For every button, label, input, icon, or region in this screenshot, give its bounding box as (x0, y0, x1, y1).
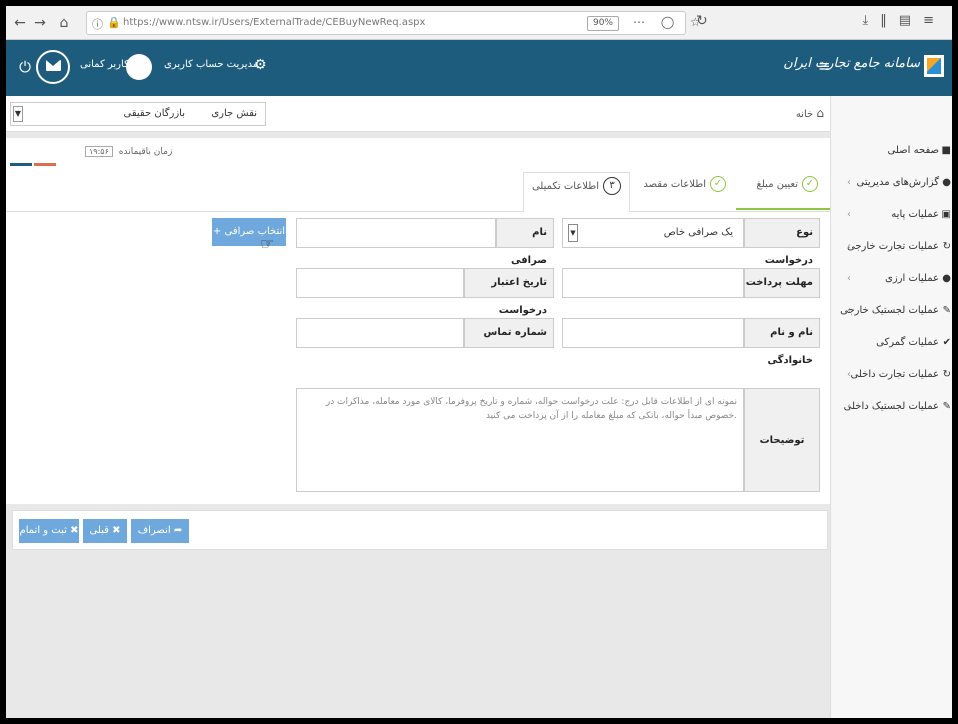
remaining-time: ۱۹:۵۶ زمان باقیمانده (82, 146, 172, 157)
browser-toolbar: ← → ⌂ ⓘ 🔒 https://www.ntsw.ir/Users/Exte… (6, 6, 952, 40)
submit-button[interactable]: ثبت و اتمام ✖ (19, 519, 79, 543)
close-icon: ✖ (70, 525, 79, 536)
payment-deadline-field[interactable] (562, 268, 744, 298)
brand-logo (924, 55, 944, 77)
form-panel: نوع درخواست یک صرافی خاص ▼ نام صرافی + ا… (6, 212, 830, 504)
hand-cursor-icon: ☞ (260, 234, 275, 253)
power-icon[interactable]: ⏻ (14, 56, 36, 78)
wizard-steps: تعیین مبلغ ✓ اطلاعات مقصد ✓ اطلاعات تکمیلی… (6, 168, 830, 212)
fullname-field[interactable] (562, 318, 744, 348)
money-icon: ● (942, 273, 951, 284)
edit-icon: ✎ (942, 305, 951, 316)
contact-number-label: شماره تماس (464, 318, 554, 348)
info-icon[interactable]: ⓘ (92, 16, 103, 32)
description-label: توضیحات (744, 388, 820, 492)
sidebar-item-currency[interactable]: ‹ عملیات ارزی ● (831, 264, 952, 296)
sidebar-item-home[interactable]: صفحه اصلی ■ (831, 136, 952, 168)
request-type-label: نوع درخواست (744, 218, 820, 266)
remaining-time-label: زمان باقیمانده (118, 147, 173, 157)
request-type-select[interactable]: یک صرافی خاص (562, 218, 744, 248)
menu-icon[interactable]: ≡ (923, 13, 946, 28)
home-icon[interactable]: ⌂ (54, 13, 74, 33)
progress-bars (10, 156, 62, 166)
chart-icon: ▣ (941, 209, 951, 220)
download-icon[interactable]: ⤓ (863, 13, 881, 28)
url-text: https://www.ntsw.ir/Users/ExternalTrade/… (123, 17, 426, 28)
role-select[interactable]: ▼ بازرگان حقیقی نقش جاری (10, 102, 266, 126)
home-icon: ■ (941, 145, 951, 156)
main-content: ▼ بازرگان حقیقی نقش جاری خانه ⌂ ۱۹:۵۶ زم… (6, 96, 830, 718)
fullname-label: نام و نام خانوادگی (744, 318, 820, 366)
sidebar-item-domestic-trade[interactable]: ‹ عملیات تجارت داخلی ↻ (831, 360, 952, 392)
exchange-name-label: نام صرافی (496, 218, 554, 266)
description-textarea[interactable]: نمونه ای از اطلاعات قابل درج: علت درخواس… (296, 388, 744, 492)
lock-icon: 🔒 (107, 16, 121, 29)
request-validity-field[interactable] (296, 268, 464, 298)
chevron-left-icon: ‹ (847, 177, 851, 188)
edit-icon: ✎ (942, 401, 951, 412)
avatar[interactable] (126, 54, 152, 80)
user-name[interactable]: کاربر کمانی (80, 59, 129, 70)
refresh-icon: ↻ (942, 369, 951, 380)
check-icon: ✓ (710, 176, 726, 192)
check-icon: ✔ (942, 337, 951, 348)
remaining-time-value: ۱۹:۵۶ (85, 146, 113, 157)
sidebar-item-domestic-logistics[interactable]: ‹ عملیات لجستیک داخلی ✎ (831, 392, 952, 424)
sidebar-item-customs[interactable]: عملیات گمرکی ✔ (831, 328, 952, 360)
screen: ← → ⌂ ⓘ 🔒 https://www.ntsw.ir/Users/Exte… (6, 6, 952, 718)
cancel-button[interactable]: انصراف ➦ (131, 519, 189, 543)
zoom-indicator[interactable]: 90% (587, 16, 619, 31)
step-number: ۳ (603, 177, 621, 195)
previous-button[interactable]: قبلی ✖ (83, 519, 127, 543)
refresh-icon: ↻ (942, 241, 951, 252)
role-value: بازرگان حقیقی (123, 108, 185, 119)
breadcrumb-home[interactable]: خانه (796, 109, 813, 120)
add-exchange-button[interactable]: + انتخاب صرافی (212, 218, 286, 246)
role-caption: نقش جاری (211, 108, 257, 119)
plus-icon: + (212, 226, 222, 237)
step-progress-line (736, 208, 830, 210)
browser-tools[interactable]: ⤓‖▤≡ (863, 13, 946, 28)
chevron-down-icon[interactable]: ▼ (13, 106, 23, 122)
payment-deadline-label: مهلت پرداخت (744, 268, 820, 298)
chevron-down-icon[interactable]: ▼ (568, 224, 578, 242)
home-icon[interactable]: ⌂ (816, 106, 824, 120)
back-icon[interactable]: ← (10, 13, 30, 33)
forward-icon[interactable]: → (30, 13, 50, 33)
role-toolbar: ▼ بازرگان حقیقی نقش جاری خانه ⌂ (6, 96, 830, 132)
chevron-left-icon: ‹ (847, 273, 851, 284)
check-icon: ✓ (802, 176, 818, 192)
app-header: ⏻ کاربر کمانی مدیریت حساب کاربری ⚙ ≡ سام… (6, 40, 952, 96)
reply-icon: ➦ (173, 525, 183, 536)
step-complementary[interactable]: اطلاعات تکمیلی ۳ (522, 172, 630, 212)
step-amount[interactable]: تعیین مبلغ ✓ (757, 176, 818, 206)
action-bar: ثبت و اتمام ✖ قبلی ✖ انصراف ➦ (12, 510, 828, 550)
user-icon: ● (942, 177, 951, 188)
sidebar-icon[interactable]: ▤ (899, 13, 923, 28)
step-destination[interactable]: اطلاعات مقصد ✓ (643, 176, 726, 206)
library-icon[interactable]: ‖ (880, 13, 899, 28)
sidebar-item-foreign-logistics[interactable]: ‹ عملیات لجستیک خارجی ✎ (831, 296, 952, 328)
brand-title: سامانه جامع تجارت ایران (783, 56, 920, 71)
sidebar-item-foreign-trade[interactable]: ‹ عملیات تجارت خارجی ↻ (831, 232, 952, 264)
timer-bar: ۱۹:۵۶ زمان باقیمانده (6, 138, 830, 168)
sidebar-item-reports[interactable]: ‹ گزارش‌های مدیریتی ● (831, 168, 952, 200)
chevron-left-icon: ‹ (847, 209, 851, 220)
mail-icon[interactable] (36, 50, 70, 84)
close-icon: ✖ (112, 525, 121, 536)
address-bar[interactable]: ⓘ 🔒 https://www.ntsw.ir/Users/ExternalTr… (86, 11, 701, 35)
sidebar: صفحه اصلی ■ ‹ گزارش‌های مدیریتی ● ‹ عملیات… (830, 96, 952, 718)
contact-number-field[interactable] (296, 318, 464, 348)
account-management-link[interactable]: مدیریت حساب کاربری (164, 59, 258, 70)
exchange-name-field[interactable] (296, 218, 496, 248)
gear-icon[interactable]: ⚙ (254, 57, 267, 73)
sidebar-item-basic[interactable]: ‹ عملیات پایه ▣ (831, 200, 952, 232)
reload-icon[interactable]: ↻ (696, 13, 708, 29)
breadcrumb[interactable]: خانه ⌂ (796, 106, 824, 120)
request-validity-label: تاریخ اعتبار درخواست (464, 268, 554, 316)
